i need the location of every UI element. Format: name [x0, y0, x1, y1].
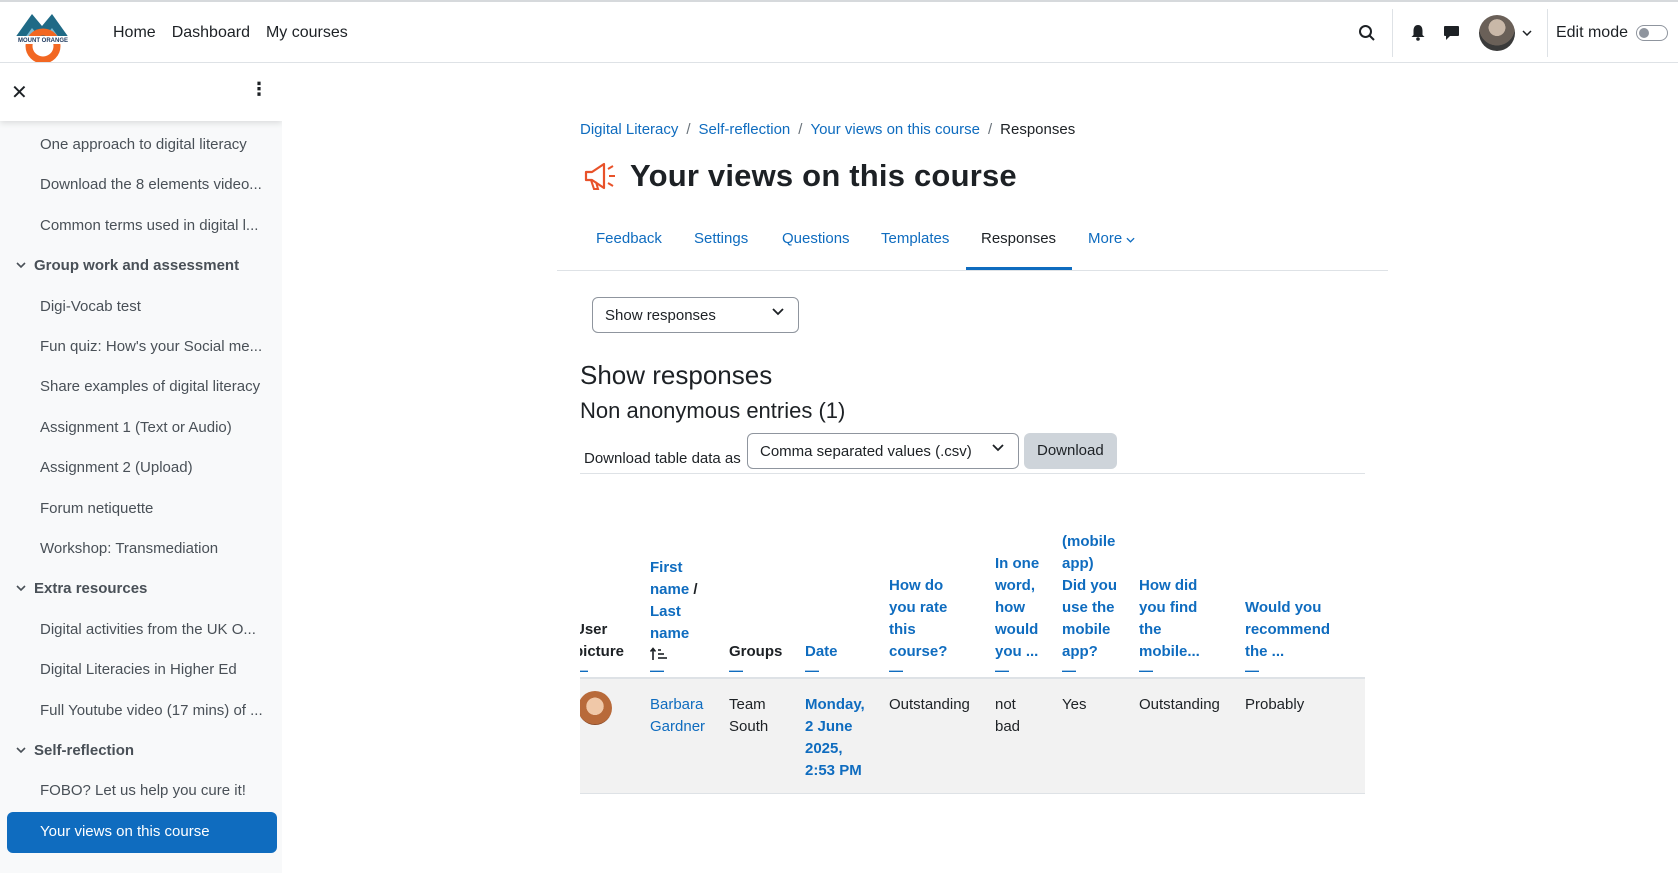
chevron-down-icon[interactable]: [16, 747, 26, 754]
cell-question-3: Yes: [1062, 696, 1087, 713]
header-last-name[interactable]: Last name: [650, 603, 689, 642]
course-index-item[interactable]: One approach to digital literacy: [40, 136, 268, 153]
chat-icon[interactable]: [1435, 16, 1469, 50]
cell-question-5: Probably: [1245, 696, 1305, 713]
search-icon[interactable]: [1350, 16, 1384, 50]
header-question-1[interactable]: How do you rate this course? —: [889, 575, 959, 677]
breadcrumb-self-reflection[interactable]: Self-reflection: [699, 121, 791, 138]
responses-table: User picture — First name / Last name — …: [580, 473, 1365, 794]
course-index-item[interactable]: Assignment 1 (Text or Audio): [40, 419, 268, 436]
header-first-name[interactable]: First name: [650, 559, 689, 598]
user-avatar[interactable]: [1478, 14, 1515, 51]
user-name-link[interactable]: Barbara Gardner: [650, 694, 710, 738]
bell-icon[interactable]: [1401, 16, 1435, 50]
tab-settings[interactable]: Settings: [694, 230, 748, 247]
nav-home[interactable]: Home: [113, 24, 156, 42]
course-index-item-active[interactable]: Your views on this course: [7, 811, 277, 853]
header-user-picture[interactable]: User picture —: [580, 619, 644, 677]
divider: [1391, 8, 1393, 57]
drawer-header: ✕ ⋮: [0, 63, 282, 121]
course-index-item[interactable]: Full Youtube video (17 mins) of ...: [40, 702, 268, 719]
download-label: Download table data as: [584, 450, 741, 467]
close-icon[interactable]: ✕: [11, 80, 28, 105]
chevron-down-icon[interactable]: [16, 585, 26, 592]
tab-templates[interactable]: Templates: [881, 230, 949, 247]
download-button[interactable]: Download: [1024, 433, 1117, 469]
chevron-down-icon: [772, 308, 784, 316]
cell-groups: Team South: [729, 696, 769, 735]
course-index-item[interactable]: Download the 8 elements video...: [40, 176, 268, 193]
breadcrumb-your-views[interactable]: Your views on this course: [810, 121, 980, 138]
divider: [1546, 8, 1548, 57]
header-groups: Groups —: [729, 643, 783, 678]
cell-question-2: not bad: [995, 696, 1021, 735]
course-index-item[interactable]: Share examples of digital literacy: [40, 378, 268, 395]
sort-ascending-icon[interactable]: [650, 647, 668, 661]
tab-responses[interactable]: Responses: [981, 230, 1056, 247]
header-date[interactable]: Date —: [805, 641, 865, 677]
course-index-item[interactable]: Fun quiz: How's your Social me...: [40, 338, 268, 355]
nav-dashboard[interactable]: Dashboard: [172, 24, 250, 42]
tab-more-label: More: [1088, 230, 1123, 247]
tab-feedback[interactable]: Feedback: [596, 230, 662, 247]
cell-question-1: Outstanding: [889, 696, 970, 713]
edit-mode-toggle[interactable]: [1636, 24, 1668, 41]
course-index-item[interactable]: FOBO? Let us help you cure it!: [40, 782, 268, 799]
course-index-item[interactable]: Digital activities from the UK O...: [40, 621, 268, 638]
course-index-item[interactable]: Workshop: Transmediation: [40, 540, 268, 557]
page-title: Your views on this course: [630, 158, 1017, 193]
cell-date[interactable]: Monday, 2 June 2025, 2:53 PM: [805, 694, 871, 782]
course-section[interactable]: Extra resources: [16, 580, 147, 597]
kebab-menu-icon[interactable]: ⋮: [250, 79, 268, 100]
top-navbar: MOUNT ORANGE Home Dashboard My courses E…: [0, 0, 1678, 63]
nav-my-courses[interactable]: My courses: [266, 24, 348, 42]
tab-questions[interactable]: Questions: [782, 230, 850, 247]
tab-more[interactable]: More: [1088, 230, 1135, 247]
breadcrumb-responses: Responses: [1000, 121, 1076, 138]
breadcrumb: Digital Literacy / Self-reflection / You…: [580, 121, 1076, 138]
breadcrumb-digital-literacy[interactable]: Digital Literacy: [580, 121, 678, 138]
course-section-label: Self-reflection: [34, 742, 135, 759]
megaphone-icon: [584, 162, 615, 190]
course-index-item[interactable]: Common terms used in digital l...: [40, 217, 268, 234]
section-heading: Show responses: [580, 360, 773, 390]
edit-mode-switch[interactable]: Edit mode: [1556, 24, 1668, 42]
header-question-2[interactable]: In one word, how would you ... —: [995, 553, 1043, 677]
logo-text: MOUNT ORANGE: [18, 38, 68, 44]
course-index-item[interactable]: Digi-Vocab test: [40, 298, 268, 315]
course-section[interactable]: Group work and assessment: [16, 257, 239, 274]
course-section[interactable]: Self-reflection: [16, 742, 134, 759]
header-name: First name / Last name —: [650, 559, 698, 678]
course-index-drawer: ✕ ⋮ One approach to digital literacy Down…: [0, 63, 282, 873]
course-section-label: Group work and assessment: [34, 257, 240, 275]
chevron-down-icon[interactable]: [1515, 16, 1539, 50]
active-tab-indicator: [966, 267, 1072, 270]
course-index-item[interactable]: Forum netiquette: [40, 500, 268, 517]
chevron-down-icon: [1126, 237, 1135, 243]
edit-mode-label: Edit mode: [1555, 23, 1628, 41]
header-question-5[interactable]: Would you recommend the ... —: [1245, 597, 1341, 677]
cell-question-4: Outstanding: [1139, 696, 1220, 713]
download-format-value: Comma separated values (.csv): [760, 443, 972, 460]
secondary-nav-tabs: Feedback Settings Questions Templates Re…: [557, 213, 1388, 271]
mount-orange-logo[interactable]: MOUNT ORANGE: [8, 6, 78, 62]
show-responses-select[interactable]: Show responses: [592, 297, 799, 333]
header-question-4[interactable]: How did you find the mobile... —: [1139, 575, 1209, 677]
entries-heading: Non anonymous entries (1): [580, 398, 846, 423]
chevron-down-icon[interactable]: [16, 262, 26, 269]
course-index-item[interactable]: Digital Literacies in Higher Ed: [40, 661, 268, 678]
course-index-item[interactable]: Assignment 2 (Upload): [40, 459, 268, 476]
header-question-3[interactable]: (mobile app) Did you use the mobile app?…: [1062, 531, 1120, 677]
download-format-select[interactable]: Comma separated values (.csv): [747, 433, 1019, 469]
show-responses-value: Show responses: [605, 307, 716, 324]
course-section-label: Extra resources: [34, 580, 148, 598]
chevron-down-icon: [992, 444, 1004, 452]
